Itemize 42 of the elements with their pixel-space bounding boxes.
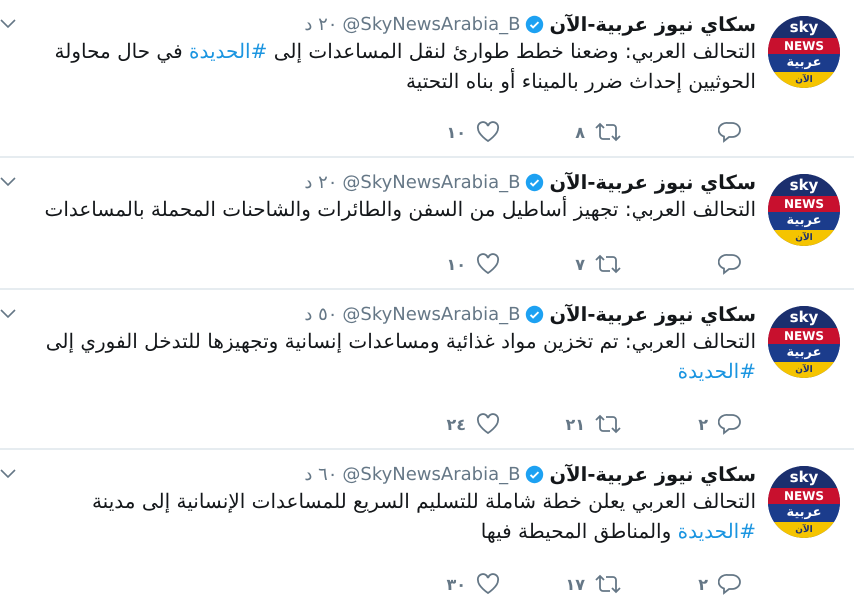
like-count: ٢٤ <box>446 414 466 434</box>
heart-icon[interactable] <box>476 413 500 435</box>
tweet-text: التحالف العربي: تجهيز أساطيل من السفن والطائرات والشاحنات المحملة بالمساعدات <box>43 195 756 223</box>
retweet-icon[interactable] <box>595 253 621 275</box>
heart-icon[interactable] <box>476 573 500 595</box>
reply-icon[interactable] <box>718 413 742 435</box>
heart-icon[interactable] <box>476 253 500 275</box>
retweet-count: ٧ <box>575 254 585 274</box>
tweet-time[interactable]: ٢٠ د <box>304 14 338 34</box>
account-name[interactable]: سكاي نيوز عربية-الآن <box>549 302 756 326</box>
tweet-time[interactable]: ٦٠ د <box>304 464 338 484</box>
heart-icon[interactable] <box>476 121 500 143</box>
tweet-text: التحالف العربي: وضعنا خطط طوارئ لنقل المساعدات إلى #الحديدة في حال محاولة الحوثيين إحداث ضرر بالميناء أو بناه التحتية <box>54 38 756 95</box>
reply-count: ٢ <box>698 574 708 594</box>
reply-icon[interactable] <box>718 121 742 143</box>
tweet-time[interactable]: ٢٠ د <box>304 172 338 192</box>
retweet-count: ١٧ <box>565 574 585 594</box>
reply-count: ٢ <box>698 414 708 434</box>
chevron-down-icon[interactable] <box>0 177 16 187</box>
tweet-text: التحالف العربي: تم تخزين مواد غذائية ومساعدات إنسانية وتجهيزها للتدخل الفوري إلى #الحديدة <box>44 328 756 385</box>
like-count: ١٠ <box>446 254 466 274</box>
reply-icon[interactable] <box>718 253 742 275</box>
retweet-icon[interactable] <box>595 413 621 435</box>
retweet-icon[interactable] <box>595 121 621 143</box>
account-name[interactable]: سكاي نيوز عربية-الآن <box>549 12 756 36</box>
chevron-down-icon[interactable] <box>0 469 16 479</box>
like-count: ٣٠ <box>446 574 466 594</box>
account-handle: @SkyNewsArabia_B <box>342 464 520 484</box>
account-handle: @SkyNewsArabia_B <box>342 14 520 34</box>
chevron-down-icon[interactable] <box>0 19 16 29</box>
retweet-count: ٢١ <box>565 414 585 434</box>
account-name[interactable]: سكاي نيوز عربية-الآن <box>549 170 756 194</box>
tweet-time[interactable]: ٥٠ د <box>304 304 338 324</box>
account-handle: @SkyNewsArabia_B <box>342 172 520 192</box>
account-name[interactable]: سكاي نيوز عربية-الآن <box>549 462 756 486</box>
like-count: ١٠ <box>446 122 466 142</box>
reply-icon[interactable] <box>718 573 742 595</box>
retweet-count: ٨ <box>575 122 585 142</box>
account-handle: @SkyNewsArabia_B <box>342 304 520 324</box>
tweet-text: التحالف العربي يعلن خطة شاملة للتسليم السريع للمساعدات الإنسانية إلى مدينة #الحديدة والمناطق المحيطة فيها <box>90 488 756 545</box>
retweet-icon[interactable] <box>595 573 621 595</box>
chevron-down-icon[interactable] <box>0 309 16 319</box>
